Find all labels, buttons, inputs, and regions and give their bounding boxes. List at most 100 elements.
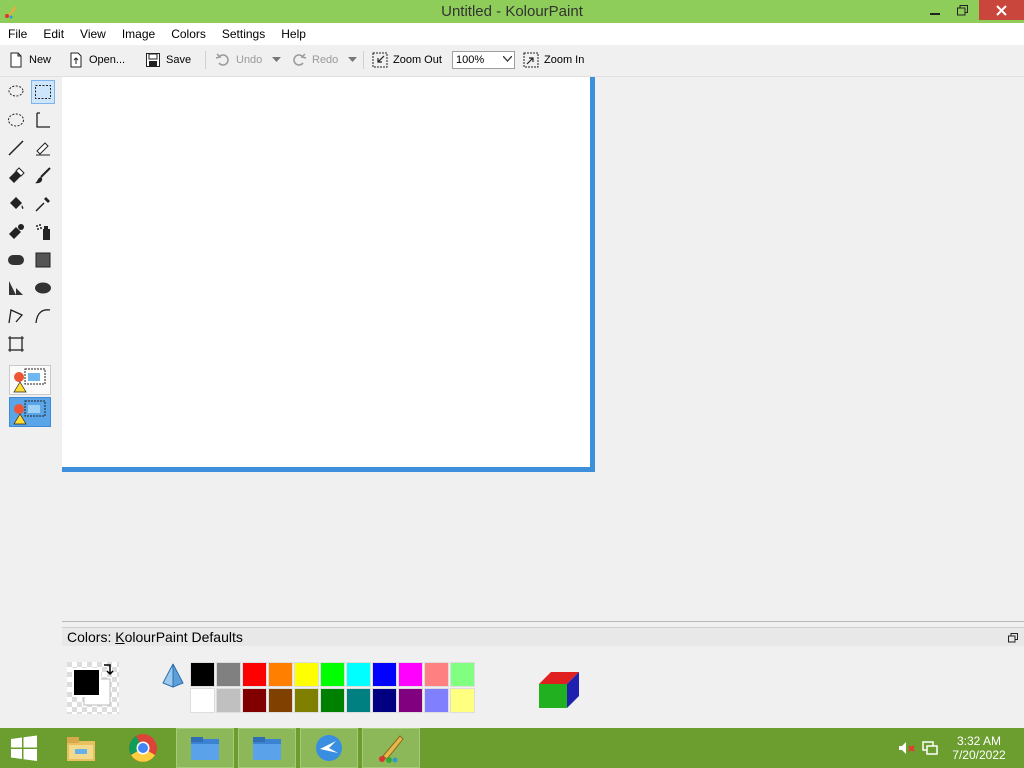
selection-transparent-mode-button[interactable]	[9, 397, 51, 427]
restore-icon	[1008, 633, 1018, 643]
tool-rectangle[interactable]	[31, 248, 55, 272]
minimize-icon	[930, 13, 940, 15]
palette-swatch[interactable]	[320, 662, 345, 687]
undock-colors-button[interactable]	[1008, 632, 1018, 646]
zoom-level-value: 100%	[456, 54, 485, 66]
palette-swatch[interactable]	[346, 688, 371, 713]
tool-elliptical-selection[interactable]	[4, 108, 28, 132]
zoom-in-button[interactable]: Zoom In	[523, 50, 584, 70]
menu-bar: File Edit View Image Colors Settings Hel…	[0, 23, 1024, 45]
chrome-icon	[129, 734, 157, 762]
palette-swatch[interactable]	[294, 662, 319, 687]
palette-swatch[interactable]	[424, 662, 449, 687]
color-eraser-icon	[9, 224, 24, 239]
menu-settings[interactable]: Settings	[214, 23, 273, 45]
tool-ellipse[interactable]	[31, 276, 55, 300]
palette-swatch[interactable]	[242, 688, 267, 713]
palette-swatch[interactable]	[424, 688, 449, 713]
close-button[interactable]	[979, 0, 1024, 20]
spraycan-icon	[36, 224, 50, 240]
menu-help[interactable]: Help	[273, 23, 314, 45]
volume-muted-tray[interactable]	[898, 728, 916, 768]
menu-view[interactable]: View	[72, 23, 114, 45]
tool-spraycan[interactable]	[31, 220, 55, 244]
tool-color-eraser[interactable]	[4, 220, 28, 244]
tool-brush[interactable]	[31, 164, 55, 188]
palette-swatch[interactable]	[372, 662, 397, 687]
redo-dropdown[interactable]	[348, 50, 362, 70]
tool-polygon[interactable]	[4, 276, 28, 300]
menu-edit[interactable]: Edit	[35, 23, 72, 45]
tool-color-picker[interactable]	[31, 192, 55, 216]
menu-file[interactable]: File	[0, 23, 35, 45]
tool-connected-lines[interactable]	[4, 304, 28, 328]
restore-button[interactable]	[948, 0, 976, 20]
new-button[interactable]: New	[8, 50, 51, 70]
taskbar-chrome[interactable]	[114, 728, 172, 768]
palette-swatch[interactable]	[398, 662, 423, 687]
eyedropper-icon	[35, 197, 50, 212]
tool-line[interactable]	[4, 136, 28, 160]
taskbar-browser[interactable]	[300, 728, 358, 768]
palette-swatch[interactable]	[190, 688, 215, 713]
transparent-color-swatch[interactable]	[160, 662, 186, 691]
palette-swatch[interactable]	[372, 688, 397, 713]
rect-select-icon	[35, 85, 51, 99]
start-icon	[11, 735, 37, 761]
kolourpaint-icon	[379, 735, 404, 763]
selection-opaque-mode-button[interactable]	[9, 365, 51, 395]
palette-swatch[interactable]	[450, 662, 475, 687]
redo-button[interactable]: Redo	[291, 50, 338, 70]
taskbar-kolourpaint[interactable]	[362, 728, 420, 768]
taskbar-clock[interactable]: 3:32 AM 7/20/2022	[948, 734, 1010, 762]
drawing-canvas[interactable]	[62, 77, 595, 472]
palette-swatch[interactable]	[268, 662, 293, 687]
open-label: Open...	[89, 54, 126, 66]
save-button[interactable]: Save	[145, 50, 191, 70]
toolbar-separator	[205, 51, 206, 69]
palette-swatch[interactable]	[450, 688, 475, 713]
undo-button[interactable]: Undo	[215, 50, 262, 70]
tool-curve[interactable]	[31, 304, 55, 328]
lasso-icon	[8, 85, 24, 97]
foreground-background-color-box[interactable]	[67, 662, 119, 714]
tool-eraser[interactable]	[4, 164, 28, 188]
palette-swatch[interactable]	[190, 662, 215, 687]
tool-free-form-selection[interactable]	[4, 80, 28, 104]
tool-rectangular-selection[interactable]	[31, 80, 55, 104]
taskbar-file-explorer[interactable]	[52, 728, 110, 768]
minimize-button[interactable]	[920, 0, 950, 20]
tool-crop[interactable]	[4, 332, 28, 356]
tool-flood-fill[interactable]	[4, 192, 28, 216]
redo-icon	[293, 53, 307, 66]
color-similarity-cube[interactable]	[539, 668, 579, 711]
menu-image[interactable]: Image	[114, 23, 163, 45]
undo-dropdown[interactable]	[272, 50, 286, 70]
palette-swatch[interactable]	[294, 688, 319, 713]
taskbar-folder-1[interactable]	[176, 728, 234, 768]
clock-time: 3:32 AM	[956, 734, 1002, 748]
palette-swatch[interactable]	[242, 662, 267, 687]
network-tray[interactable]	[921, 728, 939, 768]
tool-text[interactable]	[31, 108, 55, 132]
taskbar-folder-2[interactable]	[238, 728, 296, 768]
new-document-icon	[10, 52, 22, 68]
palette-swatch[interactable]	[216, 662, 241, 687]
palette-swatch[interactable]	[216, 688, 241, 713]
redo-label: Redo	[312, 54, 339, 66]
colors-header-prefix: Colors:	[67, 629, 116, 645]
window-title: Untitled - KolourPaint	[441, 3, 583, 20]
start-button[interactable]	[0, 728, 48, 768]
palette-swatch[interactable]	[320, 688, 345, 713]
chevron-down-icon	[348, 57, 357, 62]
open-button[interactable]: Open...	[68, 50, 125, 70]
palette-swatch[interactable]	[398, 688, 423, 713]
tool-pen[interactable]	[31, 136, 55, 160]
menu-colors[interactable]: Colors	[163, 23, 214, 45]
palette-swatch[interactable]	[268, 688, 293, 713]
close-icon	[996, 4, 1007, 16]
palette-swatch[interactable]	[346, 662, 371, 687]
zoom-out-button[interactable]: Zoom Out	[372, 50, 442, 70]
zoom-level-select[interactable]: 100%	[452, 51, 515, 69]
tool-rounded-rectangle[interactable]	[4, 248, 28, 272]
